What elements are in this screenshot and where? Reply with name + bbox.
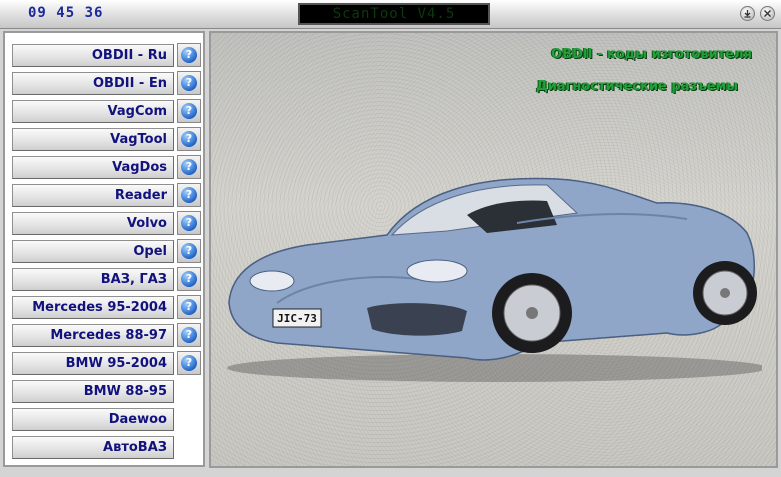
help-icon: ? [181, 215, 197, 231]
help-icon: ? [181, 159, 197, 175]
help-button[interactable]: ? [177, 351, 201, 375]
car-image: JIC-73 [227, 177, 762, 382]
help-button[interactable]: ? [177, 71, 201, 95]
app-title: ScanTool V4.5 [298, 3, 490, 25]
help-button[interactable]: ? [177, 239, 201, 263]
plate-number: JIC-73 [277, 312, 317, 325]
sidebar-button[interactable]: VagDos [12, 156, 174, 179]
help-button[interactable]: ? [177, 295, 201, 319]
main-panel: OBDII - коды изготовителя Диагностически… [209, 31, 778, 468]
help-icon: ? [181, 299, 197, 315]
diagnostic-connectors-link[interactable]: Диагностические разъемы [536, 79, 738, 94]
close-button[interactable] [760, 6, 775, 21]
help-icon: ? [181, 243, 197, 259]
sidebar-button[interactable]: АвтоВАЗ [12, 436, 174, 459]
help-button[interactable]: ? [177, 99, 201, 123]
title-bar: 09 45 36 ScanTool V4.5 [0, 0, 781, 29]
help-button[interactable]: ? [177, 211, 201, 235]
help-button[interactable]: ? [177, 183, 201, 207]
sidebar-menu: OBDII - Ru? OBDII - En? VagCom? VagTool? Vag… [3, 31, 205, 467]
sidebar-button[interactable]: VagCom [12, 100, 174, 123]
sidebar-button[interactable]: Volvo [12, 212, 174, 235]
sidebar-button[interactable]: Daewoo [12, 408, 174, 431]
help-icon: ? [181, 271, 197, 287]
right-headlight [406, 259, 468, 283]
help-icon: ? [181, 75, 197, 91]
obd-manufacturer-codes-link[interactable]: OBDII - коды изготовителя [551, 47, 752, 62]
sidebar-button[interactable]: ВАЗ, ГАЗ [12, 268, 174, 291]
help-icon: ? [181, 327, 197, 343]
sidebar-button[interactable]: Mercedes 88-97 [12, 324, 174, 347]
help-icon: ? [181, 187, 197, 203]
sidebar-button[interactable]: Reader [12, 184, 174, 207]
help-button[interactable]: ? [177, 155, 201, 179]
sidebar-button[interactable]: Mercedes 95-2004 [12, 296, 174, 319]
minimize-icon [744, 10, 751, 18]
help-button[interactable]: ? [177, 127, 201, 151]
sidebar-button[interactable]: BMW 88-95 [12, 380, 174, 403]
front-grille [367, 303, 467, 336]
sidebar-button[interactable]: OBDII - En [12, 72, 174, 95]
help-icon: ? [181, 47, 197, 63]
sidebar-button[interactable]: OBDII - Ru [12, 44, 174, 67]
left-headlight [249, 270, 295, 292]
help-button[interactable]: ? [177, 43, 201, 67]
help-icon: ? [181, 103, 197, 119]
help-icon: ? [181, 355, 197, 371]
help-button[interactable]: ? [177, 267, 201, 291]
help-button[interactable]: ? [177, 323, 201, 347]
help-icon: ? [181, 131, 197, 147]
clock-display: 09 45 36 [28, 5, 104, 21]
sidebar-button[interactable]: VagTool [12, 128, 174, 151]
minimize-button[interactable] [740, 6, 755, 21]
sidebar-button[interactable]: Opel [12, 240, 174, 263]
close-icon [764, 10, 771, 17]
sidebar-button[interactable]: BMW 95-2004 [12, 352, 174, 375]
